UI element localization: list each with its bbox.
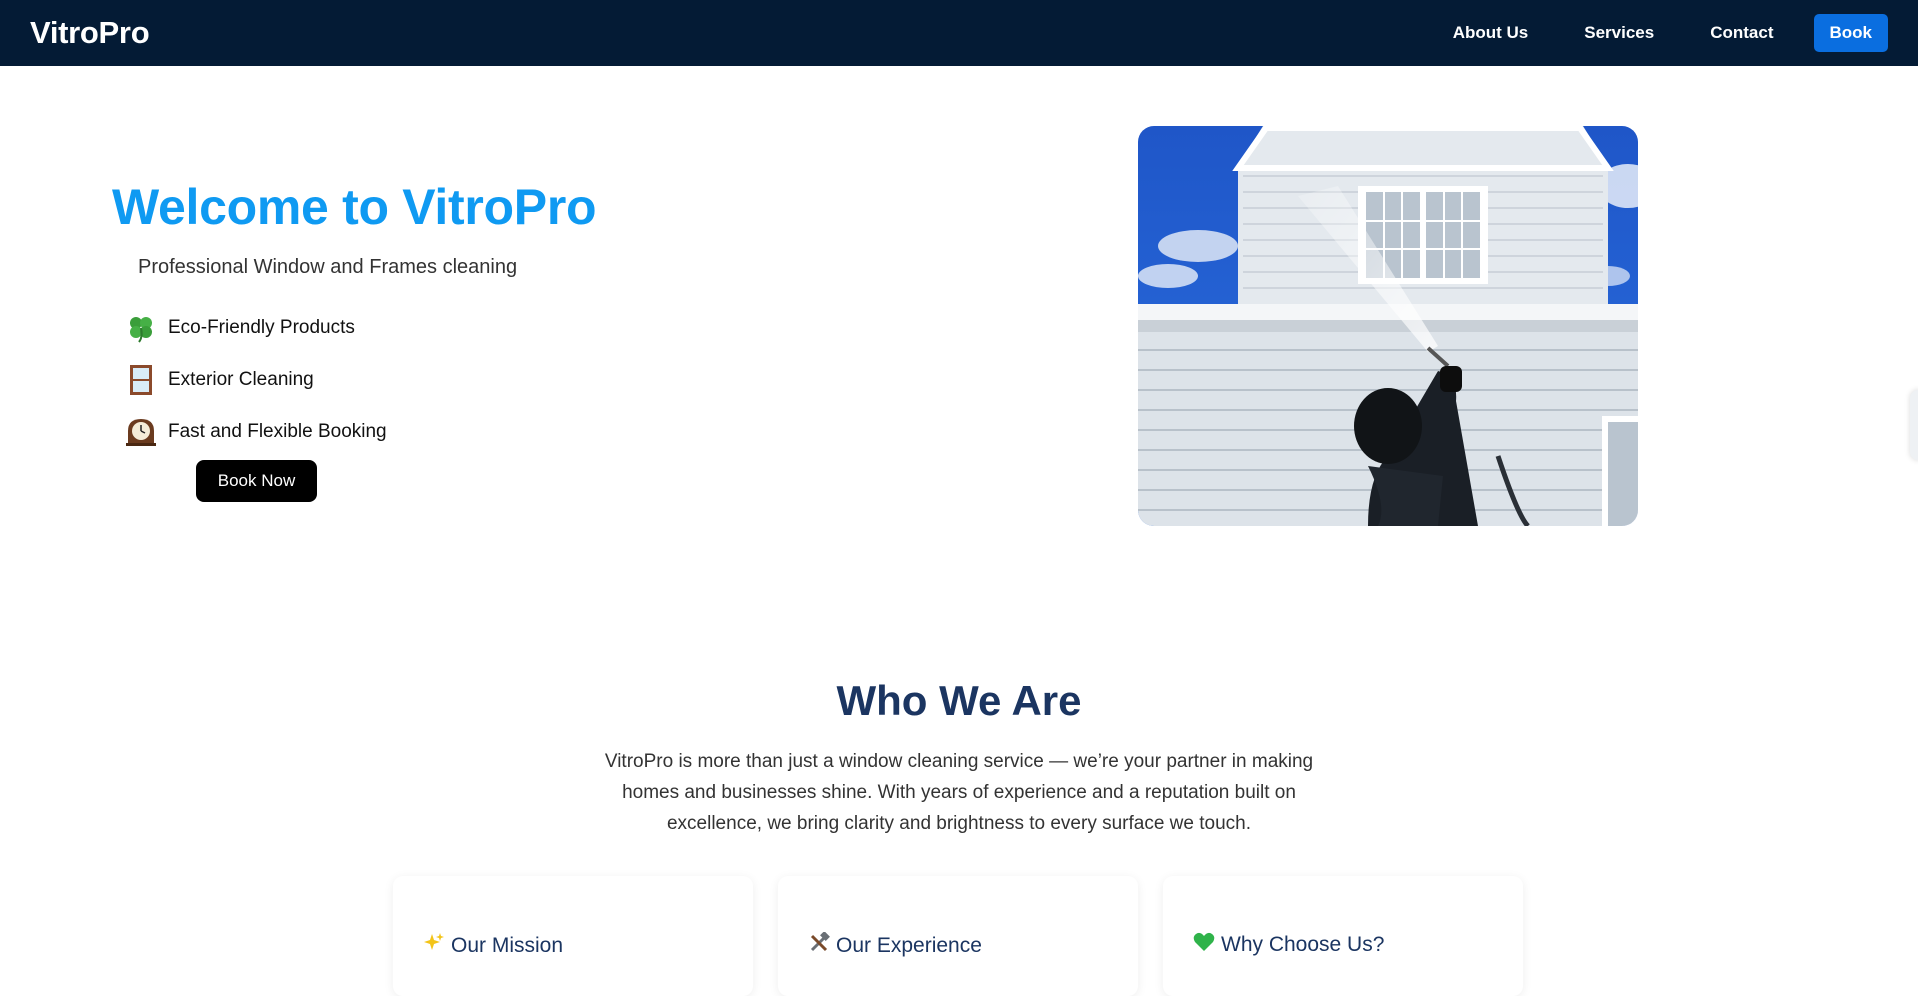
why-choose-card: Why Choose Us?	[1163, 876, 1523, 996]
top-navbar: VitroPro About Us Services Contact Book	[0, 0, 1918, 66]
card-title-text: Why Choose Us?	[1221, 933, 1385, 956]
hero-title: Welcome to VitroPro	[112, 179, 597, 235]
mission-card: Our Mission	[393, 876, 753, 996]
feature-item: Exterior Cleaning	[124, 354, 387, 406]
nav-contact[interactable]: Contact	[1710, 23, 1773, 43]
section-description: VitroPro is more than just a window clea…	[604, 751, 1314, 834]
card-title: Why Choose Us?	[1193, 932, 1523, 958]
nav-about-us[interactable]: About Us	[1453, 23, 1529, 43]
clover-icon	[124, 311, 158, 345]
card-title-text: Our Experience	[836, 934, 982, 957]
nav-links: About Us Services Contact Book	[1397, 14, 1888, 52]
info-cards: Our Mission Our Experience Why Choose Us…	[393, 876, 1523, 996]
feature-label: Exterior Cleaning	[168, 369, 314, 390]
hero-subtitle: Professional Window and Frames cleaning	[138, 256, 518, 278]
house-pressure-washing-photo	[1138, 126, 1638, 526]
feature-item: Eco-Friendly Products	[124, 302, 387, 354]
card-title: Our Mission	[423, 932, 753, 960]
feature-label: Eco-Friendly Products	[168, 317, 355, 338]
book-now-button[interactable]: Book Now	[196, 460, 317, 502]
hero-image	[1138, 126, 1638, 526]
nav-book-button[interactable]: Book	[1813, 14, 1888, 52]
brand-logo[interactable]: VitroPro	[30, 15, 150, 51]
card-title: Our Experience	[808, 931, 1138, 960]
side-edge-tab[interactable]	[1910, 390, 1918, 460]
green-heart-icon	[1193, 932, 1215, 958]
feature-list: Eco-Friendly Products Exterior Cleaning …	[124, 302, 387, 458]
experience-card: Our Experience	[778, 876, 1138, 996]
nav-services[interactable]: Services	[1584, 23, 1654, 43]
section-title: Who We Are	[836, 677, 1082, 724]
door-icon	[124, 363, 158, 397]
tools-icon	[808, 931, 830, 960]
clock-icon	[124, 415, 158, 449]
card-title-text: Our Mission	[451, 934, 564, 957]
feature-label: Fast and Flexible Booking	[168, 421, 387, 442]
sparkles-icon	[423, 932, 445, 960]
feature-item: Fast and Flexible Booking	[124, 406, 387, 458]
